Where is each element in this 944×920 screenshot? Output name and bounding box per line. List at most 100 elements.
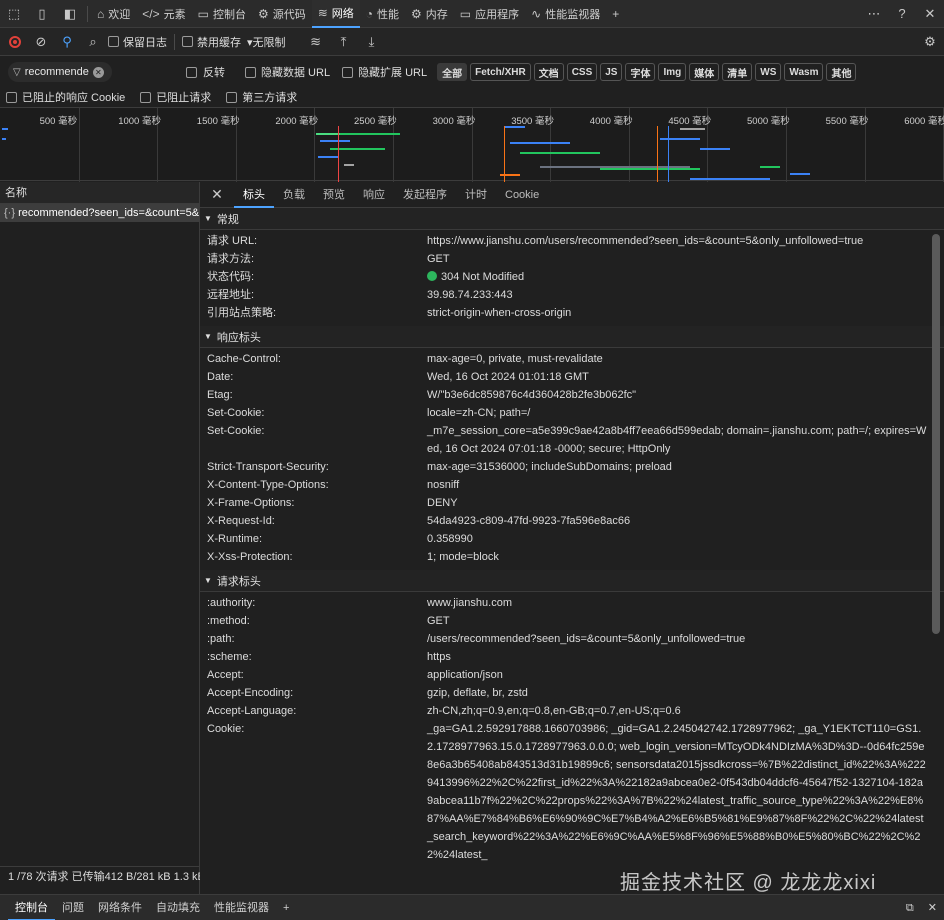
type-filter-button[interactable]: WS	[755, 63, 782, 81]
search-icon[interactable]: ⌕	[82, 28, 104, 56]
tab-label: 欢迎	[108, 8, 131, 21]
detail-tab[interactable]: 响应	[354, 182, 394, 208]
detail-tab[interactable]: 计时	[456, 182, 496, 208]
header-value: GET	[427, 253, 450, 265]
blocked-requests-checkbox[interactable]	[140, 91, 152, 103]
tab-console[interactable]: ▭ 控制台	[192, 0, 252, 28]
blocked-cookies-checkbox[interactable]	[6, 91, 17, 103]
throttling-select[interactable]: ▾无限制	[247, 34, 286, 50]
inspect-icon[interactable]: ⬚	[0, 0, 28, 28]
timeline-tick-label: 3500 毫秒	[511, 116, 554, 127]
close-drawer-icon[interactable]: ✕	[921, 895, 944, 920]
header-name: :path:	[207, 633, 235, 645]
filter-input[interactable]: ▽ recommende ✕	[8, 62, 112, 82]
response-headers-section-header[interactable]: ▼ 响应标头	[200, 326, 944, 348]
timeline-bar	[510, 142, 570, 144]
type-filter-button[interactable]: 全部	[437, 63, 468, 81]
dock-drawer-icon[interactable]: ⧉	[899, 895, 921, 920]
drawer-tab[interactable]: 网络条件	[91, 895, 149, 920]
tab-sources[interactable]: ⚙ 源代码	[252, 0, 312, 28]
type-filter-button[interactable]: CSS	[566, 63, 598, 81]
timeline-marker	[338, 126, 339, 182]
type-filter-button[interactable]: Img	[658, 63, 687, 81]
import-icon[interactable]: ⤒	[332, 28, 356, 56]
header-name: Date:	[207, 371, 234, 383]
clear-icon[interactable]: ⊘	[30, 28, 52, 56]
network-overview-timeline[interactable]: 500 毫秒 1000 毫秒 1500 毫秒 2000 毫秒 2500 毫秒 3000 毫…	[0, 107, 944, 182]
request-headers-section-header[interactable]: ▼ 请求标头	[200, 570, 944, 592]
tab-label: 性能	[377, 8, 400, 21]
hide-ext-url-label: 隐藏扩展 URL	[358, 67, 428, 79]
tab-performance[interactable]: ◔ 性能	[360, 0, 405, 28]
type-filter-button[interactable]: Fetch/XHR	[470, 63, 531, 81]
detail-tab[interactable]: 标头	[234, 182, 274, 208]
detail-scrollbar[interactable]	[932, 234, 940, 634]
tab-label: 元素	[163, 8, 186, 21]
hide-ext-url-checkbox[interactable]	[342, 66, 354, 78]
dock-icon[interactable]: ◧	[56, 0, 84, 28]
third-party-label: 第三方请求	[242, 92, 298, 104]
clear-filter-icon[interactable]: ✕	[92, 66, 104, 78]
type-filter-button[interactable]: 字体	[625, 63, 656, 81]
name-column-header[interactable]: 名称	[0, 182, 199, 204]
drawer-tab[interactable]: 控制台	[8, 895, 55, 920]
general-section-header[interactable]: ▼ 常规	[200, 208, 944, 230]
export-icon[interactable]: ⤓	[360, 28, 384, 56]
type-filter-button[interactable]: Wasm	[784, 63, 824, 81]
header-name: Accept-Encoding:	[207, 687, 294, 699]
network-conditions-icon[interactable]: ≋	[304, 28, 328, 56]
detail-tab[interactable]: 预览	[314, 182, 354, 208]
settings-gear-icon[interactable]: ⚙	[916, 28, 944, 56]
header-value: max-age=0, private, must-revalidate	[427, 353, 603, 365]
disable-cache-checkbox[interactable]	[182, 36, 193, 47]
type-filter-button[interactable]: JS	[600, 63, 623, 81]
hide-data-url-checkbox[interactable]	[245, 66, 256, 78]
record-icon[interactable]	[4, 28, 26, 56]
header-name: :scheme:	[207, 651, 252, 663]
request-headers-rows: :authority: www.jianshu.com:method: GET:pa…	[200, 592, 944, 868]
timeline-marker	[668, 126, 669, 182]
detail-tab[interactable]: 负载	[274, 182, 314, 208]
filter-settings-icon[interactable]: ⚲	[56, 28, 78, 56]
header-name: 请求方法:	[207, 253, 255, 265]
header-name: 请求 URL:	[207, 235, 258, 247]
drawer-add-icon[interactable]: +	[276, 895, 296, 920]
header-name: Cookie:	[207, 723, 245, 735]
more-icon[interactable]: ⋯	[860, 0, 888, 28]
tab-wifi[interactable]: ≋ 网络	[311, 0, 360, 28]
request-row[interactable]: {·} recommended?seen_ids=&count=5&only_u…	[0, 204, 199, 222]
header-name: 远程地址:	[207, 289, 255, 301]
close-icon[interactable]: ✕	[916, 0, 944, 28]
xhr-icon: {·}	[4, 207, 16, 219]
request-name: recommended?seen_ids=&count=5&only_unfol…	[18, 207, 199, 219]
triangle-down-icon: ▼	[204, 214, 212, 223]
header-name: Accept-Language:	[207, 705, 297, 717]
close-detail-icon[interactable]: ✕	[200, 186, 234, 203]
detail-tab[interactable]: Cookie	[496, 182, 548, 208]
type-filter-button[interactable]: 媒体	[689, 63, 720, 81]
devtools-tabbar: ⬚ ▯ ◧ ⌂ 欢迎 </> 元素 ▭ 控制台 ⚙ 源代码 ≋ 网络 ◔ 性能 ⚙ 内存 ▭ 应用程序 ∿ 性能监…	[0, 0, 944, 28]
more-tabs-button[interactable]: +	[606, 0, 625, 28]
drawer-tab[interactable]: 性能监视器	[207, 895, 276, 920]
drawer-tab[interactable]: 自动填充	[149, 895, 207, 920]
drawer-tab[interactable]: 问题	[55, 895, 91, 920]
throttling-value: 无限制	[252, 36, 286, 49]
header-name: X-Xss-Protection:	[207, 551, 293, 563]
tab-monitor[interactable]: ∿ 性能监视器	[525, 0, 606, 28]
tab-application[interactable]: ▭ 应用程序	[454, 0, 525, 28]
header-value: 0.358990	[427, 533, 473, 545]
device-toggle-icon[interactable]: ▯	[28, 0, 56, 28]
invert-checkbox[interactable]	[186, 66, 197, 78]
type-filter-button[interactable]: 清单	[722, 63, 753, 81]
detail-tabs: ✕ 标头 负载 预览 响应 发起程序 计时 Cookie	[200, 182, 944, 208]
third-party-checkbox[interactable]	[226, 91, 238, 103]
tab-home[interactable]: ⌂ 欢迎	[91, 0, 136, 28]
timeline-bar	[680, 128, 705, 130]
tab-code[interactable]: </> 元素	[136, 0, 191, 28]
preserve-log-checkbox[interactable]	[108, 36, 119, 47]
help-icon[interactable]: ?	[888, 0, 916, 28]
tab-memory[interactable]: ⚙ 内存	[405, 0, 454, 28]
type-filter-button[interactable]: 其他	[826, 63, 857, 81]
detail-tab[interactable]: 发起程序	[394, 182, 456, 208]
type-filter-button[interactable]: 文档	[533, 63, 564, 81]
